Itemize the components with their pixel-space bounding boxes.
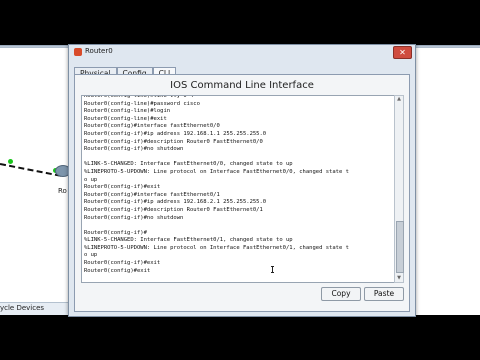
console-line: Router0(config-line)#exit [84,115,167,122]
console-line: Router0(config-if)#description Router0 F… [84,206,263,213]
console-line: %LINK-5-CHANGED: Interface FastEthernet0… [84,161,293,168]
console-line: Router0(config-line)#password cisco [84,100,200,107]
cli-console[interactable]: Router0(config-line)#line vty 0 4 Router0… [81,95,395,283]
console-scrollbar[interactable]: ▲ ▼ [394,95,404,283]
router-node-label: Ro [58,187,67,195]
tab-bar: PhysicalConfigCLI [74,61,177,81]
router-config-window: Router0 ✕ PhysicalConfigCLI IOS Command … [68,44,416,317]
console-line: Router0(config-line)#login [84,108,171,115]
console-line: Router0(config-if)#ip address 192.168.1.… [84,130,267,137]
workspace-divider-left [0,45,70,46]
scroll-down-arrow-icon[interactable]: ▼ [395,275,403,282]
console-line: Router0(config)#interface fastEthernet0/… [84,191,220,198]
console-line: %LINK-5-CHANGED: Interface FastEthernet0… [84,237,293,244]
router-app-icon [74,48,82,56]
cli-panel: IOS Command Line Interface Router0(confi… [74,74,410,312]
console-line: %LINEPROTO-5-UPDOWN: Line protocol on In… [84,168,349,175]
console-output: Router0(config-line)#line vty 0 4 Router0… [84,96,390,275]
console-line: Router0(config-if)#exit [84,184,161,191]
window-title: Router0 [85,47,113,55]
console-line: o up [84,176,98,183]
console-line: Router0(config-if)#description Router0 F… [84,138,263,145]
console-line: Router0(config-if)#no shutdown [84,214,184,221]
console-line: Router0(config)#exit [84,267,151,274]
console-line: Router0(config-if)#exit [84,260,161,267]
text-cursor-icon [271,266,274,273]
console-line: Router0(config-if)#ip address 192.168.2.… [84,199,267,206]
close-button[interactable]: ✕ [393,46,412,59]
console-line: Router0(config-if)# [84,229,147,236]
scroll-up-arrow-icon[interactable]: ▲ [395,96,403,103]
console-line: Router0(config-if)#no shutdown [84,146,184,153]
copy-button[interactable]: Copy [321,287,361,301]
paste-button[interactable]: Paste [364,287,404,301]
scrollbar-thumb[interactable] [396,221,404,273]
link-status-dot [8,159,13,164]
device-type-label: ycle Devices [0,302,74,315]
console-line: %LINEPROTO-5-UPDOWN: Line protocol on In… [84,244,349,251]
console-line: Router0(config)#interface fastEthernet0/… [84,123,220,130]
workspace-divider-right [412,45,480,46]
window-titlebar[interactable]: Router0 ✕ [69,45,415,59]
console-line: o up [84,252,98,259]
network-cable[interactable] [0,163,62,177]
panel-title: IOS Command Line Interface [170,80,314,91]
